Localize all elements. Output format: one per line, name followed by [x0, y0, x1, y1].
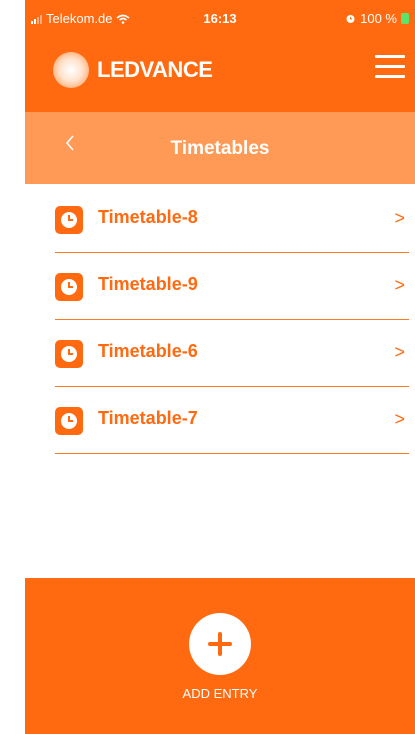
- footer-bar: ADD ENTRY: [25, 578, 415, 734]
- timetable-label: Timetable-9: [98, 274, 198, 294]
- battery-icon: [401, 13, 409, 24]
- add-entry-button[interactable]: [189, 613, 251, 675]
- timetable-item-9[interactable]: Timetable-9 >: [55, 253, 409, 320]
- chevron-right-icon: >: [394, 275, 405, 295]
- chevron-right-icon: >: [394, 342, 405, 362]
- alarm-icon: [346, 15, 355, 23]
- chevron-right-icon: >: [394, 409, 405, 429]
- clock-icon: [55, 340, 83, 368]
- logo-mark-icon: [53, 52, 89, 88]
- timetable-label: Timetable-7: [98, 408, 198, 428]
- timetable-item-8[interactable]: Timetable-8 >: [55, 186, 409, 253]
- status-bar: Telekom.de 16:13 100 %: [25, 0, 415, 38]
- timetable-label: Timetable-8: [98, 207, 198, 227]
- status-time: 16:13: [203, 11, 237, 26]
- page-title: Timetables: [170, 138, 270, 159]
- clock-icon: [55, 206, 83, 234]
- signal-icon: [31, 14, 42, 24]
- battery-percent: 100 %: [360, 11, 397, 26]
- timetable-label: Timetable-6: [98, 341, 198, 361]
- app-header: LEDVANCE: [25, 38, 415, 112]
- brand-logo: LEDVANCE: [53, 52, 213, 88]
- app-screen: Telekom.de 16:13 100 % LEDVANCE Timetabl…: [25, 0, 415, 734]
- status-right: 100 %: [345, 11, 409, 26]
- timetable-item-7[interactable]: Timetable-7 >: [55, 387, 409, 454]
- hamburger-menu-icon[interactable]: [375, 54, 405, 80]
- plus-icon: [208, 632, 232, 656]
- status-left: Telekom.de: [31, 11, 130, 26]
- brand-name: LEDVANCE: [97, 57, 213, 82]
- carrier-label: Telekom.de: [46, 11, 113, 26]
- timetable-item-6[interactable]: Timetable-6 >: [55, 320, 409, 387]
- clock-icon: [55, 407, 83, 435]
- clock-icon: [55, 273, 83, 301]
- title-bar: Timetables: [25, 112, 415, 184]
- chevron-right-icon: >: [394, 208, 405, 228]
- wifi-icon: [116, 14, 130, 24]
- timetable-list: Timetable-8 > Timetable-9 > Timetable-6 …: [55, 186, 409, 454]
- add-entry-label: ADD ENTRY: [182, 686, 258, 701]
